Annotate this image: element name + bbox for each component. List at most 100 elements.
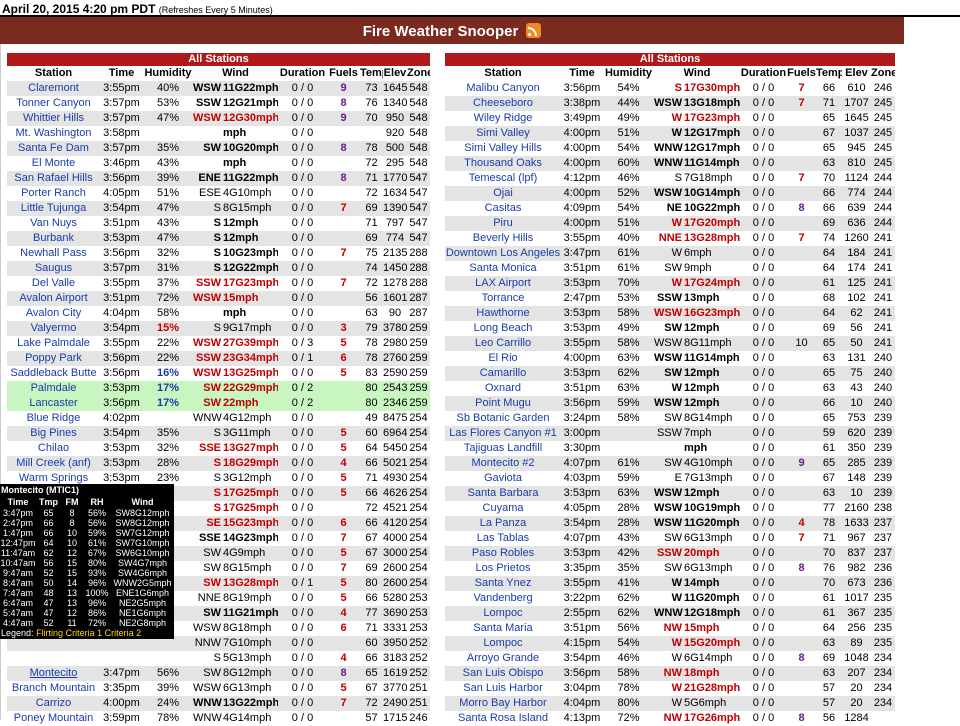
table-row[interactable]: Gaviota 4:03pm 59% E 7G13mph 0 / 0 67 148 239 xyxy=(445,471,895,486)
table-row[interactable]: Wiley Ridge 3:49pm 49% W 17G23mph 0 / 0 65 1645… xyxy=(445,111,895,126)
station-link[interactable]: Santa Monica xyxy=(445,261,561,276)
column-header[interactable]: Temp xyxy=(360,66,383,81)
table-row[interactable]: Morro Bay Harbor 4:04pm 80% W 5G6mph 0 / 0 57 2… xyxy=(445,696,895,711)
station-link[interactable]: Carrizo xyxy=(7,696,100,711)
station-link[interactable]: Santa Rosa Island xyxy=(445,711,561,726)
table-row[interactable]: Lompoc 2:55pm 62% WNW 12G18mph 0 / 0 61 367 235 xyxy=(445,606,895,621)
column-header[interactable]: Duration xyxy=(740,66,787,81)
table-row[interactable]: Lake Palmdale 3:55pm 22% WSW 27G39mph 0 / 3 5 7… xyxy=(7,336,430,351)
column-header[interactable]: Temp xyxy=(816,66,842,81)
column-header[interactable]: Zone xyxy=(871,66,895,81)
station-link[interactable]: Saddleback Butte xyxy=(7,366,100,381)
table-row[interactable]: Avalon Airport 3:51pm 72% WSW 15mph 0 / 0 56 16… xyxy=(7,291,430,306)
station-link[interactable]: Blue Ridge xyxy=(7,411,100,426)
station-link[interactable]: Arroyo Grande xyxy=(445,651,561,666)
table-row[interactable]: Cuyama 4:05pm 28% WSW 10G19mph 0 / 0 77 2160 238 xyxy=(445,501,895,516)
station-link[interactable]: Santa Ynez xyxy=(445,576,561,591)
station-link[interactable]: Santa Barbara xyxy=(445,486,561,501)
table-row[interactable]: Sb Botanic Garden 3:24pm 58% SW 8G14mph 0 / 0… xyxy=(445,411,895,426)
station-link[interactable]: Paso Robles xyxy=(445,546,561,561)
station-link[interactable]: Poppy Park xyxy=(7,351,100,366)
table-row[interactable]: Thousand Oaks 4:00pm 60% WNW 11G14mph 0 / 0 63… xyxy=(445,156,895,171)
station-link[interactable]: Gaviota xyxy=(445,471,561,486)
table-row[interactable]: Santa Monica 3:51pm 61% SW 9mph 0 / 0 64 174 241 xyxy=(445,261,895,276)
rss-icon[interactable] xyxy=(526,23,542,38)
table-row[interactable]: Little Tujunga 3:54pm 47% S 8G15mph 0 / 0 7 69 1… xyxy=(7,201,430,216)
table-row[interactable]: Downtown Los Angeles 3:47pm 61% W 6mph 0 / 0 6… xyxy=(445,246,895,261)
table-row[interactable]: Tonner Canyon 3:57pm 53% SSW 12G21mph 0 / 0 8 7… xyxy=(7,96,430,111)
station-link[interactable]: Lancaster xyxy=(7,396,100,411)
station-link[interactable]: Wiley Ridge xyxy=(445,111,561,126)
station-link[interactable]: Los Prietos xyxy=(445,561,561,576)
table-row[interactable]: Whittier Hills 3:57pm 47% WSW 12G30mph 0 / 09… xyxy=(7,111,430,126)
table-row[interactable]: Santa Maria 3:51pm 56% NW 15mph 0 / 0 64 256 235 xyxy=(445,621,895,636)
station-link[interactable]: Temescal (lpf) xyxy=(445,171,561,186)
table-row[interactable]: Palmdale 3:53pm 17% SW 22G29mph 0 / 2 80 2543 25… xyxy=(7,381,430,396)
station-link[interactable]: Cuyama xyxy=(445,501,561,516)
column-header[interactable]: Humidity xyxy=(603,66,654,81)
station-link[interactable]: Little Tujunga xyxy=(7,201,100,216)
column-header[interactable]: Fuels xyxy=(327,66,360,81)
station-link[interactable]: Avalon Airport xyxy=(7,291,100,306)
station-link[interactable]: Poney Mountain xyxy=(7,711,100,726)
table-row[interactable]: Oxnard 3:51pm 63% W 12mph 0 / 0 63 43 240 xyxy=(445,381,895,396)
column-header[interactable]: Time xyxy=(100,66,143,81)
station-link[interactable]: Chilao xyxy=(7,441,100,456)
table-row[interactable]: Chilao 3:53pm 32% SSE 13G27mph 0 / 0 5 64 5450 25… xyxy=(7,441,430,456)
table-row[interactable]: Point Mugu 3:56pm 59% WSW 12mph 0 / 0 66 10 240 xyxy=(445,396,895,411)
station-link[interactable]: Valyermo xyxy=(7,321,100,336)
station-link[interactable]: Mt. Washington xyxy=(7,126,100,141)
table-row[interactable]: Paso Robles 3:53pm 42% SSW 20mph 0 / 0 70 837 23… xyxy=(445,546,895,561)
station-link[interactable]: Oxnard xyxy=(445,381,561,396)
station-link[interactable]: Morro Bay Harbor xyxy=(445,696,561,711)
station-link[interactable]: Whittier Hills xyxy=(7,111,100,126)
table-row[interactable]: Van Nuys 3:51pm 43% S 12mph 0 / 0 71 797 547 xyxy=(7,216,430,231)
table-row[interactable]: Montecito #2 4:07pm 61% SW 4G10mph 0 / 0 9 65 28… xyxy=(445,456,895,471)
station-link[interactable]: Burbank xyxy=(7,231,100,246)
station-link[interactable]: Tonner Canyon xyxy=(7,96,100,111)
table-row[interactable]: Saugus 3:57pm 31% S 12G22mph 0 / 0 74 1450 288 xyxy=(7,261,430,276)
table-row[interactable]: Santa Barbara 3:53pm 63% WSW 12mph 0 / 0 63 10 2… xyxy=(445,486,895,501)
table-row[interactable]: Blue Ridge 4:02pm WNW 4G12mph 0 / 0 49 8475 254 xyxy=(7,411,430,426)
station-link[interactable]: Del Valle xyxy=(7,276,100,291)
column-header[interactable]: Station xyxy=(445,66,561,81)
table-row[interactable]: Mt. Washington 3:58pm mph 0 / 0 920 548 xyxy=(7,126,430,141)
column-header[interactable]: Wind xyxy=(654,66,740,81)
table-row[interactable]: Mill Creek (anf) 3:53pm 28% S 18G29mph 0 / 04… xyxy=(7,456,430,471)
column-header[interactable]: Fuels xyxy=(787,66,816,81)
station-link[interactable] xyxy=(7,651,100,666)
table-row[interactable]: Las Tablas 4:07pm 43% SW 6G13mph 0 / 0 7 71 967 2… xyxy=(445,531,895,546)
table-row[interactable]: Porter Ranch 4:05pm 51% ESE 4G10mph 0 / 0 72 16… xyxy=(7,186,430,201)
table-row[interactable]: Piru 4:00pm 51% W 17G20mph 0 / 0 69 636 244 xyxy=(445,216,895,231)
table-row[interactable]: S 5G13mph 0 / 0 4 66 3183 252 xyxy=(7,651,430,666)
station-link[interactable]: Torrance xyxy=(445,291,561,306)
station-link[interactable]: Piru xyxy=(445,216,561,231)
station-link[interactable]: Montecito #2 xyxy=(445,456,561,471)
table-row[interactable]: Santa Fe Dam 3:57pm 35% SW 10G20mph 0 / 0 8 78 5… xyxy=(7,141,430,156)
table-row[interactable]: Lancaster 3:56pm 17% SW 22mph 0 / 2 80 2346 259 xyxy=(7,396,430,411)
station-link[interactable]: Claremont xyxy=(7,81,100,96)
table-row[interactable]: Long Beach 3:53pm 49% SW 12mph 0 / 0 69 56 241 xyxy=(445,321,895,336)
table-row[interactable]: Poney Mountain 3:59pm 78% WNW 4G14mph 0 / 0 57… xyxy=(7,711,430,726)
station-link[interactable]: Leo Carrillo xyxy=(445,336,561,351)
station-link[interactable]: Tajiguas Landfill xyxy=(445,441,561,456)
column-header[interactable]: Duration xyxy=(278,66,327,81)
table-row[interactable]: Lompoc 4:15pm 54% W 15G20mph 0 / 0 63 89 235 xyxy=(445,636,895,651)
station-link[interactable]: Santa Fe Dam xyxy=(7,141,100,156)
station-link[interactable]: Lompoc xyxy=(445,636,561,651)
table-row[interactable]: San Luis Harbor 3:04pm 78% W 21G28mph 0 / 0 57… xyxy=(445,681,895,696)
station-link[interactable]: San Luis Harbor xyxy=(445,681,561,696)
station-link[interactable]: LAX Airport xyxy=(445,276,561,291)
table-row[interactable]: Simi Valley 4:00pm 51% W 12G17mph 0 / 0 67 1037… xyxy=(445,126,895,141)
station-link[interactable]: Cheeseboro xyxy=(445,96,561,111)
table-row[interactable]: El Monte 3:46pm 43% mph 0 / 0 72 295 548 xyxy=(7,156,430,171)
station-link[interactable]: Lompoc xyxy=(445,606,561,621)
table-row[interactable]: Del Valle 3:55pm 37% SSW 17G23mph 0 / 0 7 72 127… xyxy=(7,276,430,291)
table-row[interactable]: San Rafael Hills 3:56pm 39% ENE 11G22mph 0 / … xyxy=(7,171,430,186)
station-link[interactable]: Casitas xyxy=(445,201,561,216)
table-row[interactable]: San Luis Obispo 3:56pm 58% NW 18mph 0 / 0 63 20… xyxy=(445,666,895,681)
station-link[interactable]: San Luis Obispo xyxy=(445,666,561,681)
table-row[interactable]: Branch Mountain 3:35pm 39% WSW 6G13mph 0 / 0 5… xyxy=(7,681,430,696)
station-link[interactable]: Point Mugu xyxy=(445,396,561,411)
table-row[interactable]: Los Prietos 3:35pm 35% SW 6G13mph 0 / 0 8 76 982… xyxy=(445,561,895,576)
